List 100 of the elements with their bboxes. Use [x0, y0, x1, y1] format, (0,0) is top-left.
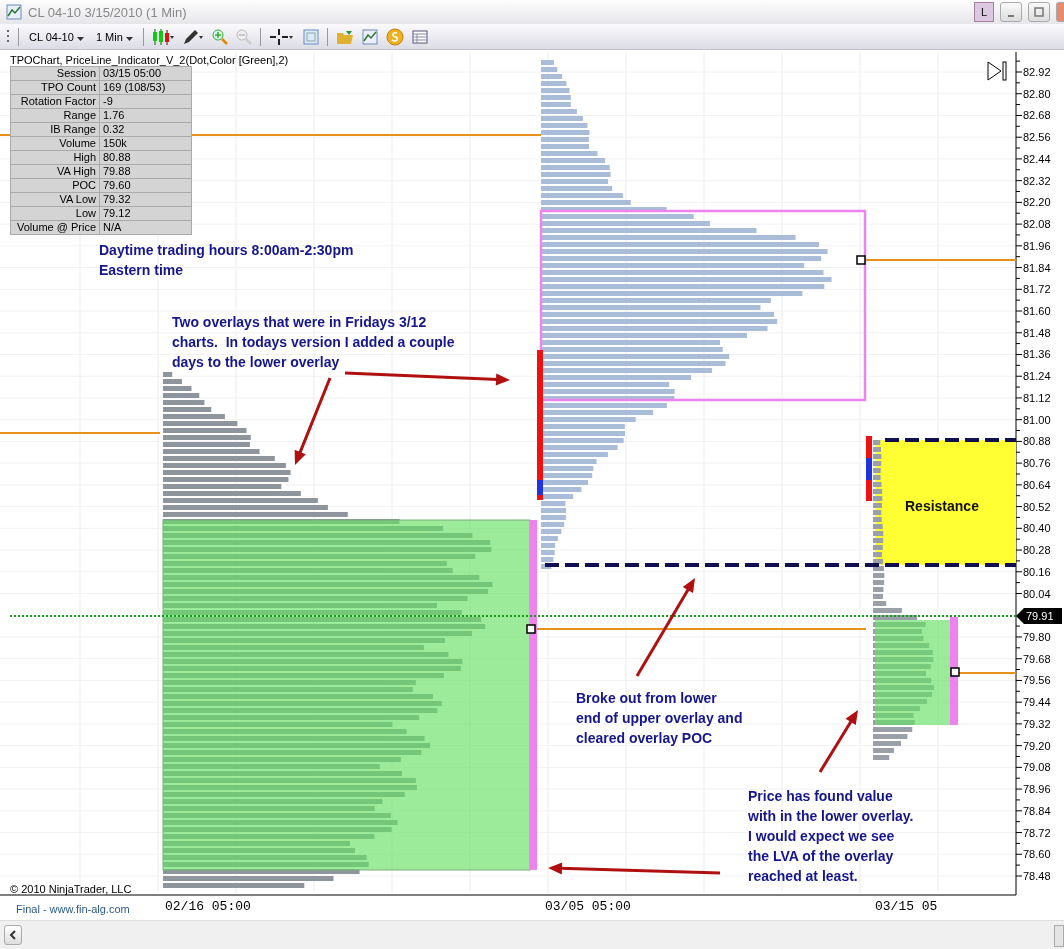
window-title: CL 04-10 3/15/2010 (1 Min) [28, 4, 187, 20]
folder-icon[interactable] [335, 28, 354, 45]
indicator-label: TPOChart, PriceLine_Indicator_V_2(Dot,Color [Green],2) [10, 54, 289, 66]
price-label: 82.44 [1023, 152, 1051, 165]
interval-dropdown[interactable]: 1 Min [93, 30, 135, 43]
arrow [818, 710, 858, 773]
stat-value: 150k [99, 136, 192, 151]
price-label: 80.28 [1023, 544, 1051, 557]
coin-icon[interactable] [385, 27, 404, 46]
stat-value: 1.76 [99, 108, 192, 123]
price-label: 79.08 [1023, 761, 1051, 774]
stat-label: VA High [10, 164, 100, 179]
annotation-text: Price has found value with in the lower overlay. I would expect we see the LVA of the overlay reached at least. [748, 787, 914, 886]
price-label: 82.68 [1023, 109, 1051, 122]
resistance-label: Resistance [905, 497, 979, 516]
price-label: 81.84 [1023, 261, 1051, 274]
go-to-end-icon[interactable] [987, 61, 1007, 81]
stat-value: 03/15 05:00 [99, 66, 192, 81]
price-label: 80.64 [1023, 478, 1051, 491]
stat-label: VA Low [10, 192, 100, 207]
annotation-text: Two overlays that were in Fridays 3/12 charts. In todays version I added a couple days to the lower overlay [172, 313, 455, 372]
chart-icon [6, 4, 22, 20]
price-label: 80.76 [1023, 457, 1051, 470]
annotation-text: Daytime trading hours 8:00am-2:30pm Eastern time [99, 241, 354, 280]
stat-value: 80.88 [99, 150, 192, 165]
caret-icon [76, 36, 84, 41]
scrollbar-thumb[interactable] [1054, 925, 1064, 947]
stat-label: TPO Count [10, 80, 100, 95]
stat-label: High [10, 150, 100, 165]
stat-value: 79.12 [99, 206, 192, 221]
caret-icon [125, 36, 133, 41]
poc-marker [856, 255, 866, 265]
minimize-icon [1008, 15, 1014, 17]
price-label: 79.56 [1023, 674, 1051, 687]
stat-label: Rotation Factor [10, 94, 100, 109]
price-label: 82.92 [1023, 66, 1051, 78]
grip-handle[interactable] [6, 28, 10, 45]
price-label: 82.56 [1023, 131, 1051, 144]
stat-label: Volume @ Price [10, 220, 100, 235]
table-icon[interactable] [411, 28, 428, 45]
footer-link[interactable]: Final - www.fin-alg.com [16, 903, 130, 915]
time-label: 02/16 05:00 [165, 899, 251, 914]
stat-value: 0.32 [99, 122, 192, 137]
price-label: 79.20 [1023, 739, 1051, 752]
properties-icon[interactable] [302, 28, 319, 45]
price-label: 81.72 [1023, 283, 1051, 296]
maximize-button[interactable] [1028, 2, 1050, 22]
stat-label: POC [10, 178, 100, 193]
price-label: 82.80 [1023, 87, 1051, 100]
price-label: 81.00 [1023, 413, 1051, 426]
candlestick-icon[interactable] [151, 27, 174, 46]
price-label: 82.32 [1023, 174, 1051, 187]
price-label: 80.52 [1023, 500, 1051, 513]
stat-value: 79.60 [99, 178, 192, 193]
instrument-dropdown[interactable]: CL 04-10 [27, 30, 86, 43]
poc-marker [526, 624, 536, 634]
price-label: 79.44 [1023, 696, 1051, 709]
chevron-left-icon [9, 929, 17, 940]
stat-label: Low [10, 206, 100, 221]
maximize-icon [1034, 7, 1044, 17]
price-label: 78.84 [1023, 804, 1051, 817]
price-label: 82.20 [1023, 196, 1051, 209]
price-label: 79.68 [1023, 652, 1051, 665]
price-label: 78.60 [1023, 848, 1051, 861]
poc-marker [950, 667, 960, 677]
range-bar [866, 436, 872, 501]
time-label: 03/05 05:00 [545, 899, 631, 914]
crosshair-icon[interactable] [268, 27, 295, 46]
stat-label: Volume [10, 136, 100, 151]
zoom-in-icon[interactable] [211, 28, 228, 45]
price-label: 81.36 [1023, 348, 1051, 361]
copyright-text: © 2010 NinjaTrader, LLC [10, 883, 132, 895]
stat-value: N/A [99, 220, 192, 235]
price-label: 78.96 [1023, 783, 1051, 796]
stat-value: 79.88 [99, 164, 192, 179]
price-label: 80.04 [1023, 587, 1051, 600]
price-label: 78.72 [1023, 826, 1051, 839]
chart-icon[interactable] [361, 28, 378, 45]
price-label: 81.96 [1023, 239, 1051, 252]
minimize-button[interactable] [1000, 2, 1022, 22]
price-label: 80.40 [1023, 522, 1051, 535]
price-label: 79.80 [1023, 631, 1051, 643]
price-label: 81.24 [1023, 370, 1051, 383]
time-label: 03/15 05 [875, 899, 938, 914]
stat-label: IB Range [10, 122, 100, 137]
price-label: 81.60 [1023, 305, 1051, 318]
price-label: 80.16 [1023, 565, 1051, 578]
price-level-line [957, 672, 1017, 674]
price-label: 82.08 [1023, 218, 1051, 231]
scroll-left-button[interactable] [4, 925, 22, 945]
pencil-icon[interactable] [181, 27, 204, 46]
stat-label: Range [10, 108, 100, 123]
link-button[interactable]: L [974, 2, 994, 22]
price-label: 78.48 [1023, 870, 1051, 882]
price-label: 80.88 [1023, 435, 1051, 448]
stat-value: 79.32 [99, 192, 192, 207]
stat-label: Session [10, 66, 100, 81]
price-label: 79.32 [1023, 717, 1051, 730]
price-label: 81.12 [1023, 391, 1051, 404]
price-label: 81.48 [1023, 326, 1051, 339]
